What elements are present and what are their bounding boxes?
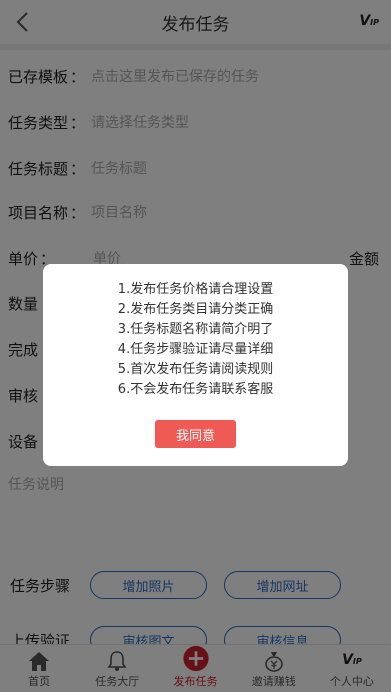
rule-item: 2.发布任务类目请分类正确: [117, 302, 274, 317]
publish-task-page: 发布任务 VIP 已存模板 ： 点击这里发布已保存的任务 任务类型 ： 请选择任…: [0, 0, 391, 692]
rule-item: 3.任务标题名称请简介明了: [117, 322, 274, 337]
agree-button[interactable]: 我同意: [155, 420, 236, 448]
rule-item: 6.不会发布任务请联系客服: [117, 382, 274, 397]
rule-item: 1.发布任务价格请合理设置: [117, 282, 274, 297]
rule-item: 4.任务步骤验证请尽量详细: [117, 342, 274, 357]
rules-dialog: 1.发布任务价格请合理设置 2.发布任务类目请分类正确 3.任务标题名称请简介明…: [43, 264, 348, 466]
rule-item: 5.首次发布任务请阅读规则: [117, 362, 274, 377]
rules-list: 1.发布任务价格请合理设置 2.发布任务类目请分类正确 3.任务标题名称请简介明…: [43, 280, 348, 400]
